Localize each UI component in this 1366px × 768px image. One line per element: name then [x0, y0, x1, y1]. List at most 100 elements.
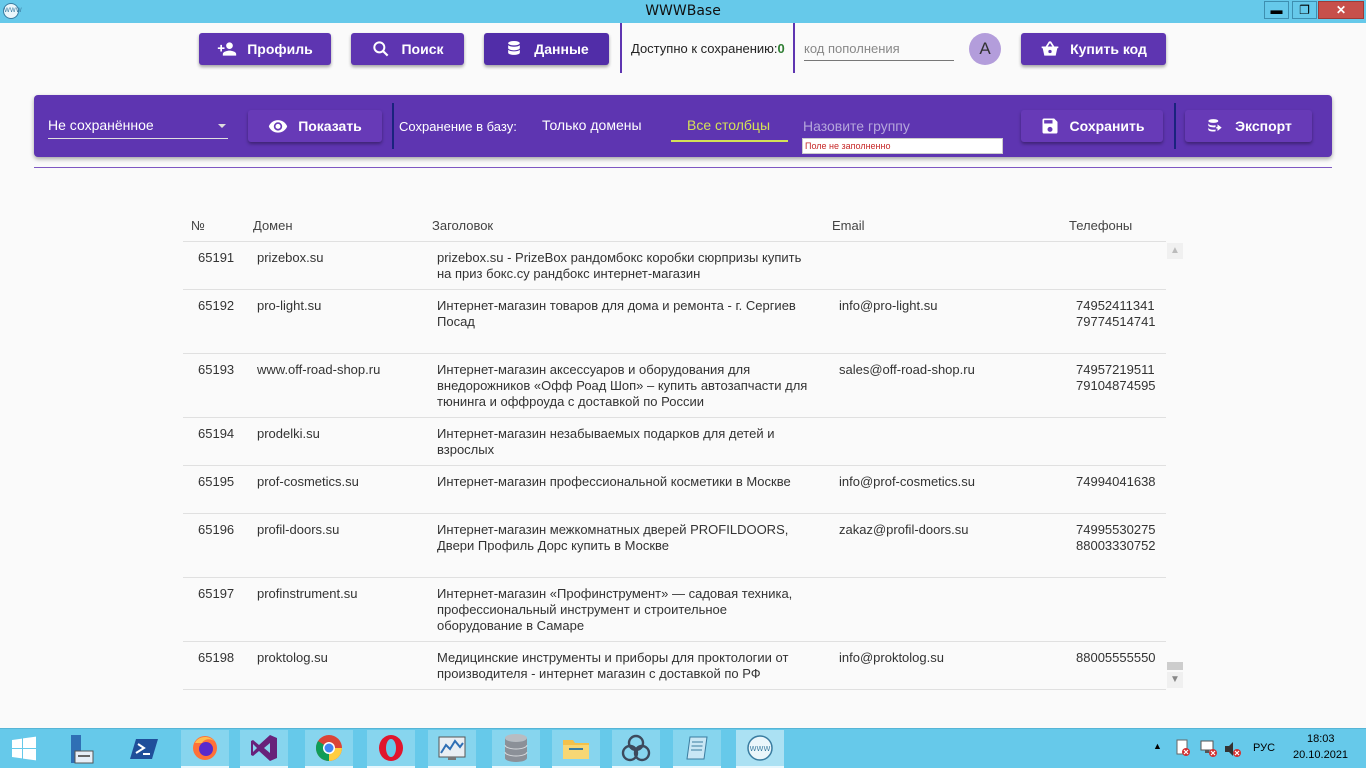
- taskbar-visual-studio[interactable]: [240, 730, 288, 768]
- search-button[interactable]: Поиск: [351, 33, 464, 65]
- taskbar-performance-monitor[interactable]: [428, 730, 476, 768]
- table-row[interactable]: 65193 www.off-road-shop.ru Интернет-магази…: [183, 354, 1166, 418]
- toolbar-divider: [793, 23, 795, 73]
- cell-id: 65198: [198, 650, 235, 665]
- minimize-button[interactable]: ▬: [1264, 1, 1289, 19]
- table-row[interactable]: 65196 profil-doors.su Интернет-магазин меж…: [183, 514, 1166, 578]
- saved-filter-select[interactable]: Не сохранённое: [48, 117, 228, 139]
- taskbar-firefox[interactable]: [181, 730, 229, 768]
- available-to-save: Доступно к сохранению:0: [631, 41, 785, 56]
- floppy-disk-icon: [1042, 118, 1058, 134]
- visual-studio-icon: [251, 735, 277, 761]
- table-row[interactable]: 65197 profinstrument.su Интернет-магазин «…: [183, 578, 1166, 642]
- cell-phones: 74995530275 88003330752: [1076, 522, 1156, 554]
- group-name-input[interactable]: [803, 115, 1003, 137]
- cell-title-line: внедорожников «Офф Роад Шоп» – купить ав…: [437, 378, 808, 393]
- column-header-phones[interactable]: Телефоны: [1069, 218, 1132, 233]
- buy-code-button[interactable]: Купить код: [1021, 33, 1166, 65]
- cell-title-line: Двери Профиль Дорс купить в Москве: [437, 538, 670, 553]
- column-header-title[interactable]: Заголовок: [432, 218, 493, 233]
- close-button[interactable]: ✕: [1318, 1, 1364, 19]
- eye-icon: [269, 120, 288, 133]
- start-icon: [12, 736, 36, 761]
- show-button-label: Показать: [298, 118, 362, 134]
- cell-email: info@prof-cosmetics.su: [839, 474, 976, 489]
- taskbar-chrome[interactable]: [305, 730, 353, 768]
- start-button[interactable]: [0, 730, 48, 768]
- column-header-email[interactable]: Email: [832, 218, 865, 233]
- firefox-icon: [193, 736, 217, 760]
- show-button[interactable]: Показать: [248, 110, 382, 142]
- export-button[interactable]: Экспорт: [1185, 110, 1312, 142]
- cell-title-line: тюнинга и оффроуда с доставкой по России: [437, 394, 704, 409]
- profile-button[interactable]: Профиль: [199, 33, 331, 65]
- panel-divider: [1174, 103, 1176, 149]
- table-row[interactable]: 65195 prof-cosmetics.su Интернет-магазин п…: [183, 466, 1166, 514]
- table-row[interactable]: 65194 prodelki.su Интернет-магазин незабыв…: [183, 418, 1166, 466]
- taskbar-notepad[interactable]: [673, 730, 721, 768]
- scroll-down-arrow-icon[interactable]: ▼: [1167, 672, 1183, 688]
- data-button[interactable]: Данные: [484, 33, 609, 65]
- export-database-icon: [1208, 119, 1222, 132]
- scroll-up-arrow-icon[interactable]: ▲: [1167, 243, 1183, 259]
- maximize-button[interactable]: ❐: [1292, 1, 1317, 19]
- cell-domain: profinstrument.su: [257, 586, 358, 601]
- powershell-icon: [130, 739, 158, 759]
- tray-show-hidden-icon[interactable]: ▲: [1153, 741, 1162, 751]
- topup-code-input[interactable]: [804, 36, 954, 61]
- tray-language[interactable]: РУС: [1253, 742, 1275, 754]
- tray-date[interactable]: 20.10.2021: [1293, 749, 1348, 761]
- avatar[interactable]: A: [969, 33, 1001, 65]
- taskbar-network-app[interactable]: [612, 730, 660, 768]
- table-row[interactable]: 65191 prizebox.su prizebox.su - PrizeBox р…: [183, 242, 1166, 290]
- column-header-domain[interactable]: Домен: [253, 218, 293, 233]
- save-button[interactable]: Сохранить: [1021, 110, 1163, 142]
- scrollbar-thumb[interactable]: [1167, 662, 1183, 670]
- cell-domain: www.off-road-shop.ru: [257, 362, 381, 377]
- toolbar-divider: [620, 23, 622, 73]
- cell-title: Интернет-магазин «Профинструмент» — садо…: [437, 586, 827, 634]
- search-icon: [373, 41, 389, 57]
- cell-title-line: Интернет-магазин товаров для дома и ремо…: [437, 298, 796, 313]
- tray-volume-icon[interactable]: [1223, 740, 1241, 758]
- cell-email: info@proktolog.su: [839, 650, 944, 665]
- active-tab-indicator: [671, 140, 788, 142]
- tray-security-icon[interactable]: [1175, 739, 1191, 757]
- cell-phones: 74994041638: [1076, 474, 1156, 490]
- taskbar-file-explorer[interactable]: [552, 730, 600, 768]
- cell-id: 65194: [198, 426, 235, 441]
- taskbar-database[interactable]: [492, 730, 540, 768]
- panel-separator: [34, 167, 1332, 168]
- cell-title-line: производителя - интернет магазин с доста…: [437, 666, 761, 681]
- cell-title-line: оборудование в Самаре: [437, 618, 585, 633]
- taskbar-server-manager[interactable]: [56, 730, 104, 768]
- taskbar-wwwbase[interactable]: WWW: [736, 730, 784, 768]
- cell-phone: 74994041638: [1076, 474, 1156, 489]
- taskbar-powershell[interactable]: [121, 730, 169, 768]
- tab-all-columns[interactable]: Все столбцы: [687, 117, 770, 133]
- database-icon: [504, 734, 528, 762]
- table-row[interactable]: 65198 proktolog.su Медицинские инструменты…: [183, 642, 1166, 690]
- cell-id: 65195: [198, 474, 235, 489]
- cell-title: Медицинские инструменты и приборы для пр…: [437, 650, 827, 682]
- tray-network-icon[interactable]: [1199, 739, 1217, 757]
- cell-title-line: Интернет-магазин межкомнатных дверей PRO…: [437, 522, 789, 537]
- tray-time[interactable]: 18:03: [1307, 733, 1335, 745]
- table-row[interactable]: 65192 pro-light.su Интернет-магазин товаро…: [183, 290, 1166, 354]
- cell-title-line: prizebox.su - PrizeBox рандомбокс коробк…: [437, 250, 802, 265]
- cell-domain: prizebox.su: [257, 250, 324, 265]
- network-icon: [621, 734, 651, 762]
- column-header-id[interactable]: №: [191, 218, 205, 233]
- cell-email: zakaz@profil-doors.su: [839, 522, 969, 537]
- cell-title: prizebox.su - PrizeBox рандомбокс коробк…: [437, 250, 827, 282]
- cell-title: Интернет-магазин аксессуаров и оборудова…: [437, 362, 827, 410]
- shopping-basket-icon: [1041, 41, 1059, 56]
- cell-title-line: Медицинские инструменты и приборы для пр…: [437, 650, 789, 665]
- cell-domain: prodelki.su: [257, 426, 320, 441]
- taskbar-opera[interactable]: [367, 730, 415, 768]
- performance-monitor-icon: [438, 736, 466, 760]
- tab-domains-only[interactable]: Только домены: [542, 117, 642, 133]
- cell-id: 65192: [198, 298, 235, 313]
- window-titlebar: WWW WWWBase ▬ ❐ ✕: [0, 0, 1366, 23]
- cell-title-line: на приз бокс.су рандбокс интернет-магази…: [437, 266, 701, 281]
